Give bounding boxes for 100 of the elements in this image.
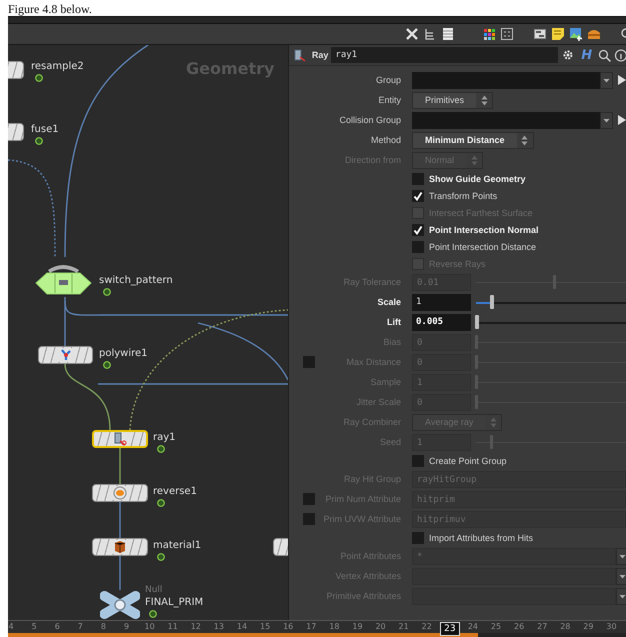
slider-handle[interactable] — [475, 314, 479, 328]
wire — [119, 448, 121, 484]
display-flag-icon — [35, 74, 43, 82]
grid-icon[interactable] — [500, 27, 514, 41]
node-label: switch_pattern — [99, 275, 173, 287]
frame-number: 29 — [583, 622, 594, 631]
spinner-icon — [480, 94, 488, 106]
search-icon[interactable] — [598, 48, 612, 62]
node-name-field[interactable]: ray1 — [331, 47, 558, 63]
parameter-label: Lift — [386, 317, 401, 327]
checkbox[interactable] — [412, 172, 424, 184]
node-label: ray1 — [153, 432, 176, 444]
node-label: FINAL_PRIM — [145, 597, 204, 609]
frame-number: 4 — [8, 622, 14, 631]
gear-icon[interactable] — [561, 48, 576, 62]
frame-number: 27 — [537, 622, 548, 631]
document-text: Figure 4.8 below. — [8, 1, 92, 17]
node-label: resample2 — [31, 61, 84, 73]
display-flag-icon — [103, 288, 111, 296]
frame-number: 24 — [468, 622, 478, 631]
toggle-label[interactable]: Create Point Group — [429, 456, 507, 466]
display-flag-icon — [103, 361, 111, 369]
frame-number: 17 — [306, 622, 316, 631]
display-flag-icon — [157, 499, 165, 507]
target-icon — [113, 486, 127, 500]
dropdown-button[interactable] — [616, 568, 626, 584]
frame-number: 22 — [422, 622, 432, 631]
dropdown-button[interactable] — [616, 588, 626, 604]
network-node[interactable] — [92, 538, 148, 556]
image-icon[interactable] — [569, 27, 583, 41]
group-field[interactable] — [412, 72, 600, 88]
box-icon[interactable] — [587, 27, 601, 41]
checkbox[interactable] — [412, 454, 424, 466]
network-node[interactable] — [92, 430, 148, 448]
group-field[interactable] — [412, 112, 600, 128]
check-icon — [412, 224, 424, 236]
node-label: polywire1 — [99, 348, 148, 360]
network-node[interactable] — [38, 346, 93, 364]
help-button[interactable]: H — [581, 48, 592, 62]
spinner-icon — [521, 134, 528, 146]
frame-number: 7 — [78, 622, 83, 631]
parameter-label: Method — [370, 135, 401, 145]
toggle-label[interactable]: Import Attributes from Hits — [429, 532, 534, 542]
checkbox[interactable] — [412, 532, 424, 544]
slider-handle[interactable] — [490, 294, 494, 308]
frame-number: 9 — [124, 622, 130, 631]
frame-number: 25 — [490, 622, 502, 631]
frame-number: 13 — [214, 622, 224, 631]
arrow-icon[interactable] — [617, 74, 626, 86]
parameter-label: Scale — [376, 297, 401, 307]
toggle-label[interactable]: Show Guide Geometry — [429, 174, 526, 184]
menu-button[interactable]: Minimum Distance — [412, 132, 534, 148]
frame-number: 11 — [168, 622, 178, 631]
checkbox[interactable] — [412, 240, 424, 252]
node-type-label: Ray — [312, 50, 328, 60]
dropdown-button[interactable] — [600, 112, 613, 128]
current-frame-marker[interactable]: 23 — [440, 622, 460, 636]
display-flag-icon — [149, 610, 157, 618]
check-icon — [412, 190, 424, 202]
wire — [119, 502, 121, 538]
value-field[interactable]: 1 — [412, 294, 471, 310]
node-label: reverse1 — [153, 486, 197, 498]
frame-number: 5 — [32, 622, 37, 631]
color-grid-icon[interactable] — [482, 27, 496, 41]
spinner-icon — [470, 154, 478, 166]
arrow-icon[interactable] — [617, 114, 626, 126]
frame-number: 26 — [514, 622, 524, 631]
value-field[interactable]: 0.005 — [412, 314, 471, 330]
display-flag-icon — [157, 553, 165, 561]
display-flag-icon — [35, 137, 43, 145]
network-node[interactable] — [92, 484, 148, 502]
frame-number: 10 — [144, 622, 155, 631]
note-icon[interactable] — [551, 27, 565, 41]
info-icon[interactable] — [614, 48, 626, 62]
frame-number: 14 — [236, 622, 248, 631]
frame-number: 6 — [54, 622, 60, 631]
frame-number: 19 — [352, 622, 363, 631]
toggle-label[interactable]: Point Intersection Distance — [429, 242, 536, 252]
frame-number: 15 — [260, 622, 270, 631]
parameter-label: Entity — [377, 95, 401, 105]
node-type-icon — [294, 48, 307, 62]
switch-node[interactable] — [35, 262, 92, 296]
node-label: material1 — [153, 540, 202, 552]
dropdown-button[interactable] — [616, 548, 626, 564]
list-icon[interactable] — [441, 27, 455, 41]
menu-button[interactable]: Primitives — [412, 92, 494, 108]
frame-number: 21 — [398, 622, 409, 631]
window-icon[interactable] — [533, 27, 547, 41]
dropdown-button[interactable] — [600, 72, 613, 88]
crate-icon — [113, 540, 127, 554]
frame-number: 20 — [375, 622, 386, 631]
frame-number: 8 — [100, 622, 106, 631]
parameter-label: Group — [374, 75, 401, 85]
timeline-bar[interactable] — [8, 633, 626, 637]
display-flag-icon — [157, 445, 165, 453]
toggle-label[interactable]: Point Intersection Normal — [429, 224, 539, 234]
tree-icon[interactable] — [423, 27, 437, 41]
parameter-label: Collision Group — [338, 115, 401, 125]
toggle-label[interactable]: Transform Points — [429, 190, 498, 200]
null-node[interactable] — [100, 590, 140, 620]
